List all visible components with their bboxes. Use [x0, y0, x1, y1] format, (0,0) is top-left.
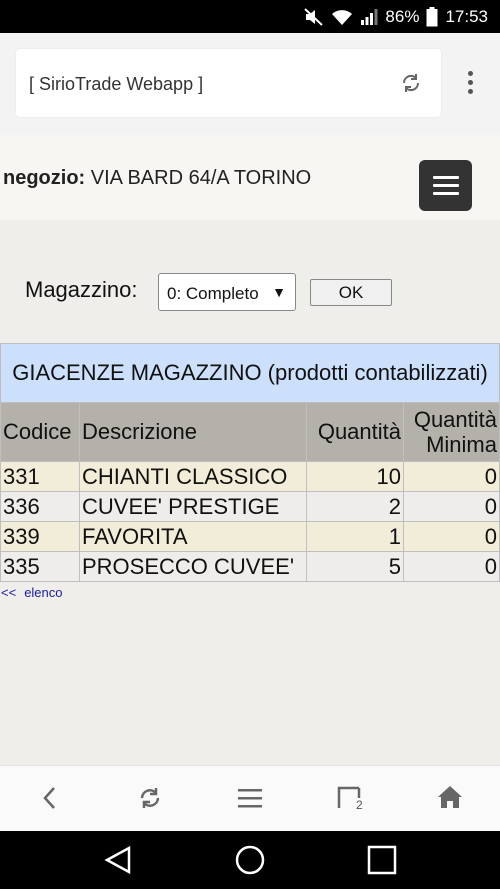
overflow-menu-icon[interactable]: [462, 71, 478, 99]
tabs-icon[interactable]: 2: [337, 784, 367, 819]
table-row: 335 PROSECCO CUVEE' 5 0: [0, 551, 500, 582]
tabs-count: 2: [356, 798, 363, 812]
battery-percent: 86%: [385, 7, 420, 26]
back-arrows: <<: [1, 585, 17, 600]
cell-codice: 336: [0, 491, 80, 522]
cell-descrizione: PROSECCO CUVEE': [79, 551, 307, 582]
dropdown-arrow-icon: ▼: [272, 284, 286, 300]
ok-button[interactable]: OK: [310, 279, 392, 306]
cell-descrizione: FAVORITA: [79, 521, 307, 552]
header-quantita-minima: Quantità Minima: [403, 402, 500, 462]
warehouse-select-value: 0: Completo: [167, 284, 259, 303]
store-info: negozio: VIA BARD 64/A TORINO: [3, 167, 311, 190]
browser-toolbar: [ SirioTrade Webapp ]: [0, 33, 500, 135]
cell-quantita: 1: [306, 521, 404, 552]
mute-icon: [304, 8, 324, 26]
header-quantita: Quantità: [306, 402, 404, 462]
cell-minima: 0: [403, 521, 500, 552]
table-caption: GIACENZE MAGAZZINO (prodotti contabilizz…: [0, 343, 500, 403]
browser-navbar: 2: [0, 765, 500, 832]
refresh-icon[interactable]: [136, 784, 164, 817]
signal-icon: [360, 8, 378, 26]
back-to-list-link[interactable]: << elenco: [1, 585, 71, 600]
clock: 17:53: [445, 7, 488, 26]
warehouse-select[interactable]: 0: Completo ▼: [158, 273, 296, 311]
battery-icon: [426, 7, 438, 27]
system-navbar: [0, 831, 500, 889]
warehouse-label: Magazzino:: [25, 277, 138, 302]
cell-descrizione: CHIANTI CLASSICO: [79, 461, 307, 492]
wifi-icon: [331, 8, 353, 26]
cell-minima: 0: [403, 551, 500, 582]
store-label: negozio:: [3, 167, 86, 189]
header-descrizione: Descrizione: [79, 402, 307, 462]
home-icon[interactable]: [437, 784, 463, 815]
system-back-icon[interactable]: [103, 845, 133, 880]
cell-minima: 0: [403, 461, 500, 492]
back-link-label: elenco: [24, 585, 63, 600]
cell-quantita: 2: [306, 491, 404, 522]
store-name: VIA BARD 64/A TORINO: [90, 167, 312, 189]
table-row: 336 CUVEE' PRESTIGE 2 0: [0, 491, 500, 522]
cell-descrizione: CUVEE' PRESTIGE: [79, 491, 307, 522]
hamburger-menu-button[interactable]: [419, 160, 472, 211]
cell-codice: 331: [0, 461, 80, 492]
cell-quantita: 5: [306, 551, 404, 582]
header-codice: Codice: [0, 402, 80, 462]
status-bar: 86% 17:53: [0, 0, 500, 33]
cell-codice: 335: [0, 551, 80, 582]
table-row: 339 FAVORITA 1 0: [0, 521, 500, 552]
url-text: [ SirioTrade Webapp ]: [29, 74, 204, 94]
reload-icon[interactable]: [399, 71, 423, 100]
system-recents-icon[interactable]: [367, 845, 397, 880]
stock-table: GIACENZE MAGAZZINO (prodotti contabilizz…: [0, 343, 500, 582]
menu-icon[interactable]: [237, 784, 263, 817]
cell-minima: 0: [403, 491, 500, 522]
url-bar[interactable]: [ SirioTrade Webapp ]: [16, 49, 441, 117]
table-row: 331 CHIANTI CLASSICO 10 0: [0, 461, 500, 492]
back-icon[interactable]: [38, 784, 62, 817]
system-home-icon[interactable]: [234, 845, 266, 882]
cell-codice: 339: [0, 521, 80, 552]
cell-quantita: 10: [306, 461, 404, 492]
